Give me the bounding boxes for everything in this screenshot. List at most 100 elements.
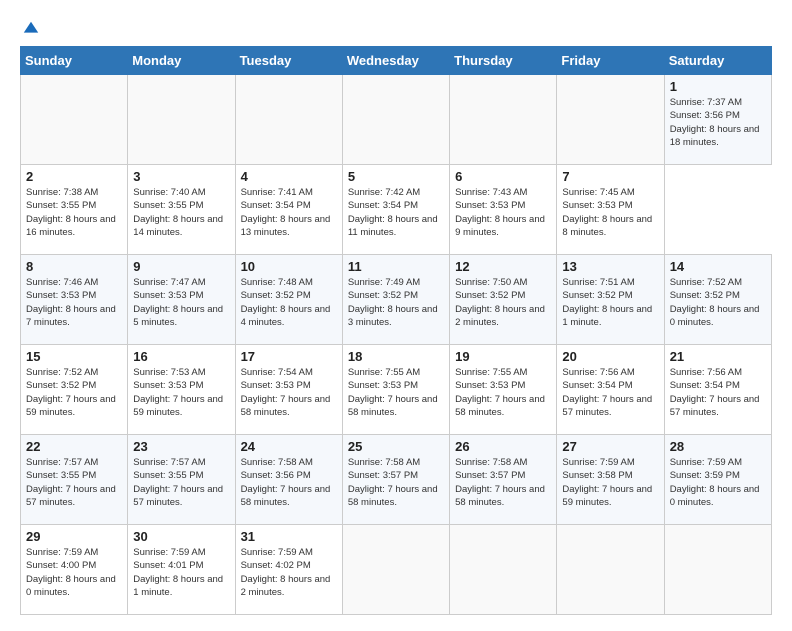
day-info: Sunrise: 7:59 AMSunset: 4:02 PMDaylight:… [241,546,337,599]
day-info: Sunrise: 7:59 AMSunset: 3:58 PMDaylight:… [562,456,658,509]
calendar-cell: 31 Sunrise: 7:59 AMSunset: 4:02 PMDayligh… [235,525,342,615]
calendar-cell [450,525,557,615]
day-number: 15 [26,349,122,364]
calendar-cell: 21 Sunrise: 7:56 AMSunset: 3:54 PMDayligh… [664,345,771,435]
calendar-cell: 6 Sunrise: 7:43 AMSunset: 3:53 PMDaylight… [450,165,557,255]
calendar-cell: 26 Sunrise: 7:58 AMSunset: 3:57 PMDayligh… [450,435,557,525]
calendar-cell: 13 Sunrise: 7:51 AMSunset: 3:52 PMDayligh… [557,255,664,345]
day-number: 4 [241,169,337,184]
week-row-1: 2Sunrise: 7:38 AMSunset: 3:55 PMDaylight… [21,165,772,255]
calendar-cell [342,75,449,165]
calendar-cell: 14Sunrise: 7:52 AMSunset: 3:52 PMDayligh… [664,255,771,345]
day-info: Sunrise: 7:59 AMSunset: 3:59 PMDaylight:… [670,456,766,509]
day-info: Sunrise: 7:52 AMSunset: 3:52 PMDaylight:… [26,366,122,419]
calendar-cell [342,525,449,615]
calendar-cell: 25 Sunrise: 7:58 AMSunset: 3:57 PMDayligh… [342,435,449,525]
day-info: Sunrise: 7:51 AMSunset: 3:52 PMDaylight:… [562,276,658,329]
day-info: Sunrise: 7:58 AMSunset: 3:57 PMDaylight:… [348,456,444,509]
day-number: 6 [455,169,551,184]
day-number: 12 [455,259,551,274]
day-info: Sunrise: 7:56 AMSunset: 3:54 PMDaylight:… [670,366,766,419]
day-info: Sunrise: 7:56 AMSunset: 3:54 PMDaylight:… [562,366,658,419]
day-number: 7 [562,169,658,184]
day-number: 17 [241,349,337,364]
calendar-cell: 7Sunrise: 7:45 AMSunset: 3:53 PMDaylight… [557,165,664,255]
calendar-cell [21,75,128,165]
day-info: Sunrise: 7:38 AMSunset: 3:55 PMDaylight:… [26,186,122,239]
calendar-cell [128,75,235,165]
day-number: 23 [133,439,229,454]
calendar-cell: 12 Sunrise: 7:50 AMSunset: 3:52 PMDayligh… [450,255,557,345]
day-number: 13 [562,259,658,274]
calendar-cell: 9Sunrise: 7:47 AMSunset: 3:53 PMDaylight… [128,255,235,345]
calendar-cell: 29Sunrise: 7:59 AMSunset: 4:00 PMDayligh… [21,525,128,615]
day-number: 10 [241,259,337,274]
day-number: 26 [455,439,551,454]
calendar-cell: 8 Sunrise: 7:46 AMSunset: 3:53 PMDaylight… [21,255,128,345]
day-info: Sunrise: 7:58 AMSunset: 3:57 PMDaylight:… [455,456,551,509]
day-info: Sunrise: 7:59 AMSunset: 4:01 PMDaylight:… [133,546,229,599]
day-number: 21 [670,349,766,364]
day-info: Sunrise: 7:58 AMSunset: 3:56 PMDaylight:… [241,456,337,509]
calendar-cell: 4Sunrise: 7:41 AMSunset: 3:54 PMDaylight… [235,165,342,255]
day-info: Sunrise: 7:42 AMSunset: 3:54 PMDaylight:… [348,186,444,239]
calendar-cell: 11 Sunrise: 7:49 AMSunset: 3:52 PMDayligh… [342,255,449,345]
week-row-2: 8 Sunrise: 7:46 AMSunset: 3:53 PMDaylight… [21,255,772,345]
calendar-cell [664,525,771,615]
day-info: Sunrise: 7:50 AMSunset: 3:52 PMDaylight:… [455,276,551,329]
week-row-3: 15 Sunrise: 7:52 AMSunset: 3:52 PMDayligh… [21,345,772,435]
day-number: 8 [26,259,122,274]
calendar-cell: 27Sunrise: 7:59 AMSunset: 3:58 PMDayligh… [557,435,664,525]
day-number: 14 [670,259,766,274]
day-number: 5 [348,169,444,184]
calendar-cell [557,525,664,615]
calendar-cell: 30Sunrise: 7:59 AMSunset: 4:01 PMDayligh… [128,525,235,615]
calendar-cell: 18Sunrise: 7:55 AMSunset: 3:53 PMDayligh… [342,345,449,435]
calendar-cell: 5 Sunrise: 7:42 AMSunset: 3:54 PMDaylight… [342,165,449,255]
day-header-wednesday: Wednesday [342,47,449,75]
day-number: 19 [455,349,551,364]
day-header-sunday: Sunday [21,47,128,75]
day-info: Sunrise: 7:57 AMSunset: 3:55 PMDaylight:… [133,456,229,509]
day-number: 18 [348,349,444,364]
day-info: Sunrise: 7:48 AMSunset: 3:52 PMDaylight:… [241,276,337,329]
week-row-5: 29Sunrise: 7:59 AMSunset: 4:00 PMDayligh… [21,525,772,615]
day-number: 25 [348,439,444,454]
calendar-cell: 1Sunrise: 7:37 AMSunset: 3:56 PMDaylight… [664,75,771,165]
day-number: 31 [241,529,337,544]
header-row: SundayMondayTuesdayWednesdayThursdayFrid… [21,47,772,75]
day-number: 20 [562,349,658,364]
day-number: 11 [348,259,444,274]
day-header-saturday: Saturday [664,47,771,75]
day-number: 22 [26,439,122,454]
calendar-cell [450,75,557,165]
week-row-0: 1Sunrise: 7:37 AMSunset: 3:56 PMDaylight… [21,75,772,165]
calendar-cell [235,75,342,165]
day-info: Sunrise: 7:47 AMSunset: 3:53 PMDaylight:… [133,276,229,329]
calendar-cell: 23 Sunrise: 7:57 AMSunset: 3:55 PMDayligh… [128,435,235,525]
calendar-cell: 2Sunrise: 7:38 AMSunset: 3:55 PMDaylight… [21,165,128,255]
calendar-table: SundayMondayTuesdayWednesdayThursdayFrid… [20,46,772,615]
day-info: Sunrise: 7:49 AMSunset: 3:52 PMDaylight:… [348,276,444,329]
day-header-friday: Friday [557,47,664,75]
calendar-cell: 22Sunrise: 7:57 AMSunset: 3:55 PMDayligh… [21,435,128,525]
day-info: Sunrise: 7:46 AMSunset: 3:53 PMDaylight:… [26,276,122,329]
logo [20,20,40,38]
calendar-cell: 16Sunrise: 7:53 AMSunset: 3:53 PMDayligh… [128,345,235,435]
day-info: Sunrise: 7:43 AMSunset: 3:53 PMDaylight:… [455,186,551,239]
day-header-monday: Monday [128,47,235,75]
day-header-tuesday: Tuesday [235,47,342,75]
calendar-cell: 10 Sunrise: 7:48 AMSunset: 3:52 PMDayligh… [235,255,342,345]
day-number: 24 [241,439,337,454]
day-info: Sunrise: 7:55 AMSunset: 3:53 PMDaylight:… [455,366,551,419]
day-info: Sunrise: 7:40 AMSunset: 3:55 PMDaylight:… [133,186,229,239]
day-info: Sunrise: 7:53 AMSunset: 3:53 PMDaylight:… [133,366,229,419]
calendar-cell: 15 Sunrise: 7:52 AMSunset: 3:52 PMDayligh… [21,345,128,435]
calendar-cell: 24 Sunrise: 7:58 AMSunset: 3:56 PMDayligh… [235,435,342,525]
header [20,16,772,38]
week-row-4: 22 Sunrise: 7:57 AMSunset: 3:55 PMDayligh… [21,435,772,525]
calendar-cell [557,75,664,165]
calendar-cell: 28Sunrise: 7:59 AMSunset: 3:59 PMDayligh… [664,435,771,525]
day-info: Sunrise: 7:59 AMSunset: 4:00 PMDaylight:… [26,546,122,599]
day-number: 1 [670,79,766,94]
